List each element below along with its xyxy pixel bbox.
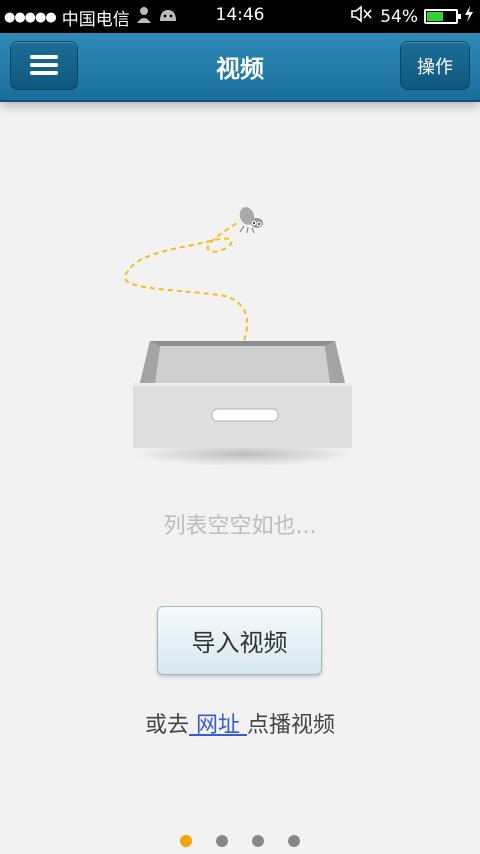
operate-button[interactable]: 操作 — [400, 41, 470, 90]
import-video-button[interactable]: 导入视频 — [157, 606, 322, 675]
link-prefix: 或去 — [144, 713, 189, 738]
page-dot-4[interactable] — [288, 835, 300, 847]
empty-drawer-illustration — [124, 207, 354, 466]
title-bar: 视频 操作 — [0, 33, 480, 102]
charging-icon — [464, 6, 474, 27]
empty-message: 列表空空如也... — [163, 514, 317, 539]
web-link-row: 或去 网址 点播视频 — [0, 707, 480, 739]
fly-icon — [239, 207, 263, 234]
page-dot-2[interactable] — [216, 835, 228, 847]
page-dot-1[interactable] — [180, 835, 192, 847]
page-indicator — [0, 835, 480, 847]
page-dot-3[interactable] — [252, 835, 264, 847]
battery-percent: 54% — [380, 6, 418, 27]
battery-icon — [424, 9, 461, 24]
status-bar: ●●●●● 中国电信 14:46 54% — [0, 0, 480, 33]
mute-icon — [350, 5, 374, 28]
link-suffix: 点播视频 — [247, 713, 336, 738]
website-link[interactable]: 网址 — [189, 713, 247, 738]
